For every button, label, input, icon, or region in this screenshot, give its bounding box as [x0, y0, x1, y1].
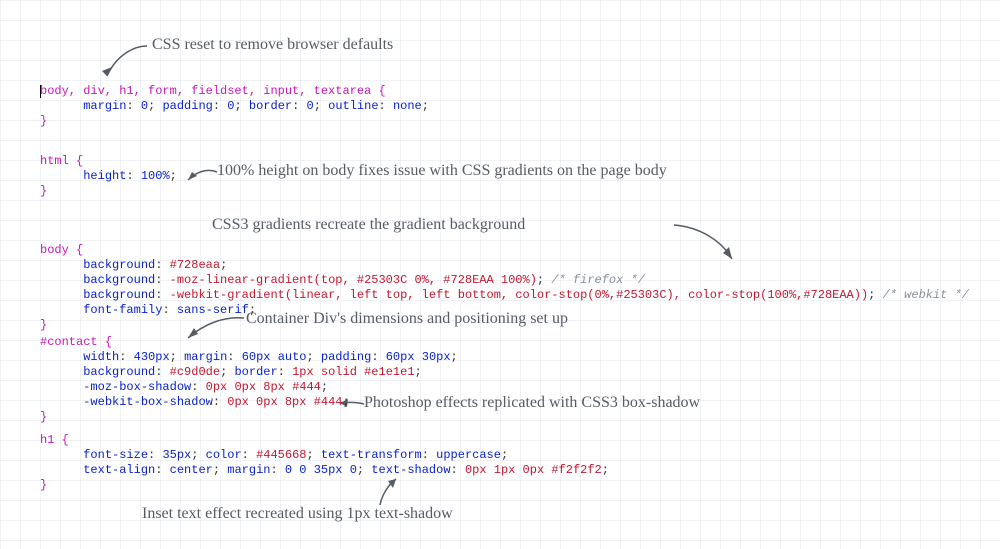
prop: margin: [83, 99, 126, 113]
val: #728eaa: [170, 258, 220, 272]
comment: /* firefox */: [551, 273, 645, 287]
val: 60px auto: [242, 350, 307, 364]
val: -webkit-gradient(linear, left top, left …: [170, 288, 869, 302]
prop: background: [83, 273, 155, 287]
val: 35px: [162, 448, 191, 462]
arrow-css-reset: [95, 42, 155, 84]
selector: body: [40, 243, 69, 257]
code-block-h1: h1 { font-size: 35px; color: #445668; te…: [40, 433, 609, 493]
prop: height: [83, 169, 126, 183]
prop: padding: [321, 350, 371, 364]
arrow-height: [182, 164, 222, 186]
annotation-gradients: CSS3 gradients recreate the gradient bac…: [212, 216, 525, 234]
selector: body, div, h1, form, fieldset, input, te…: [40, 84, 371, 98]
prop: text-transform: [321, 448, 422, 462]
prop: margin: [184, 350, 227, 364]
annotation-css-reset: CSS reset to remove browser defaults: [152, 36, 393, 54]
val: 60px 30px: [386, 350, 451, 364]
prop: text-shadow: [371, 463, 450, 477]
val: 1px solid #e1e1e1: [292, 365, 414, 379]
code-block-reset: body, div, h1, form, fieldset, input, te…: [40, 84, 429, 129]
prop: -webkit-box-shadow: [83, 395, 213, 409]
prop: text-align: [83, 463, 155, 477]
prop: border: [249, 99, 292, 113]
prop: background: [83, 288, 155, 302]
code-block-body: body { background: #728eaa; background: …: [40, 243, 969, 333]
code-block-contact: #contact { width: 430px; margin: 60px au…: [40, 335, 458, 425]
prop: background: [83, 365, 155, 379]
selector: html: [40, 154, 69, 168]
val: 0: [141, 99, 148, 113]
code-block-html: html { height: 100%; }: [40, 154, 177, 199]
val: sans-serif: [177, 303, 249, 317]
prop: outline: [328, 99, 378, 113]
val: -moz-linear-gradient(top, #25303C 0%, #7…: [170, 273, 537, 287]
val: 0 0 35px 0: [285, 463, 357, 477]
val: center: [170, 463, 213, 477]
val: #c9d0de: [170, 365, 220, 379]
val: #445668: [256, 448, 306, 462]
prop: background: [83, 258, 155, 272]
annotation-textshadow: Inset text effect recreated using 1px te…: [142, 505, 453, 523]
prop: -moz-box-shadow: [83, 380, 191, 394]
prop: font-size: [83, 448, 148, 462]
prop: color: [206, 448, 242, 462]
selector: h1: [40, 433, 54, 447]
prop: width: [83, 350, 119, 364]
val: 0: [227, 99, 234, 113]
val: 430px: [134, 350, 170, 364]
prop: font-family: [83, 303, 162, 317]
val: none: [393, 99, 422, 113]
val: 100%: [141, 169, 170, 183]
selector: #contact: [40, 335, 98, 349]
prop: padding: [162, 99, 212, 113]
val: 0: [307, 99, 314, 113]
val: 0px 0px 8px #444: [206, 380, 321, 394]
comment: /* webkit */: [883, 288, 969, 302]
annotation-height: 100% height on body fixes issue with CSS…: [217, 162, 667, 180]
prop: border: [234, 365, 277, 379]
val: uppercase: [436, 448, 501, 462]
val: 0px 1px 0px #f2f2f2: [465, 463, 602, 477]
val: 0px 0px 8px #444: [227, 395, 342, 409]
prop: margin: [227, 463, 270, 477]
